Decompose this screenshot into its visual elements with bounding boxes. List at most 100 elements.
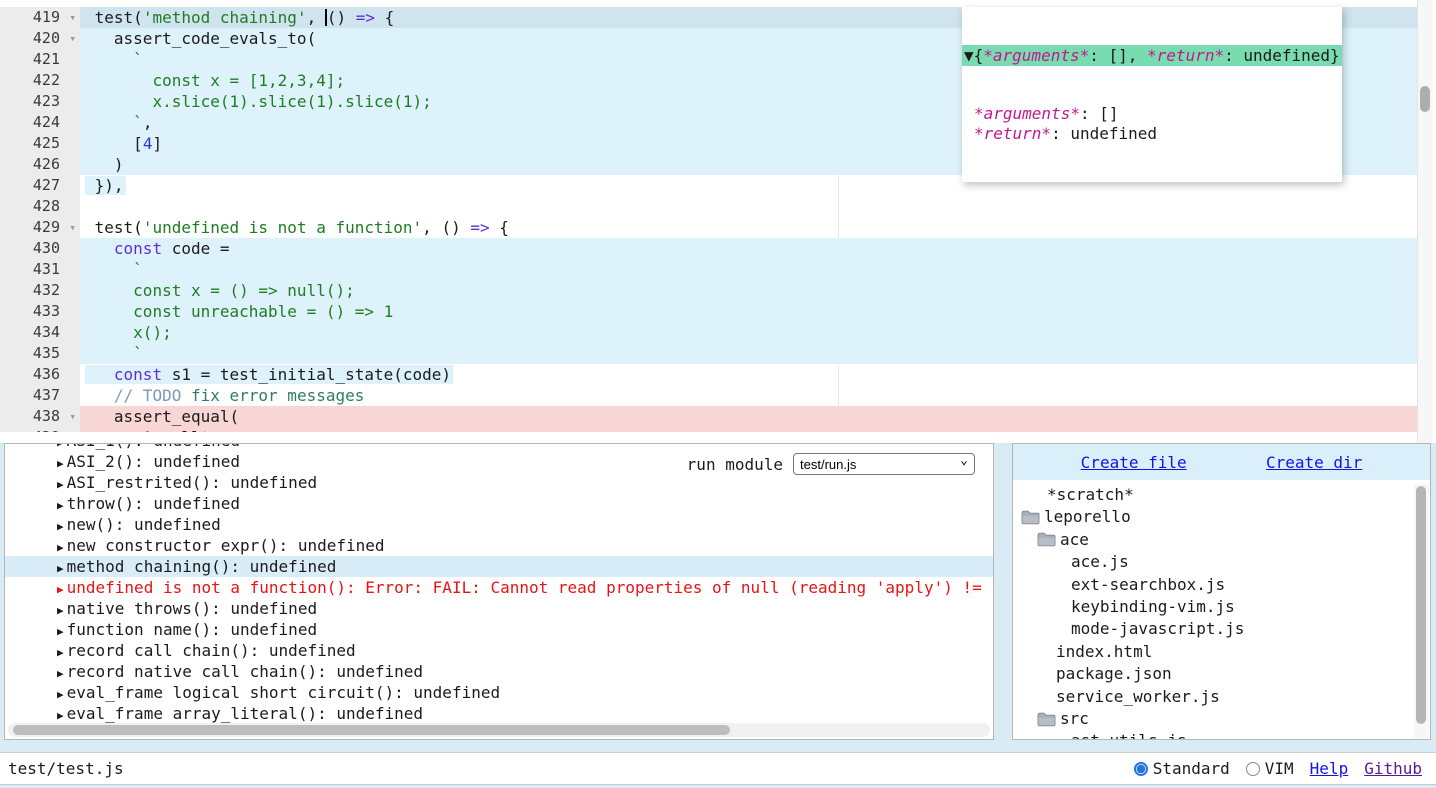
test-result-item[interactable]: ▶throw(): undefined xyxy=(5,493,993,514)
code-line[interactable]: 433 const unreachable = () => 1 xyxy=(0,301,1420,322)
results-scrollbar-thumb[interactable] xyxy=(13,725,730,735)
expand-triangle-icon[interactable]: ▶ xyxy=(57,520,64,533)
expand-triangle-icon[interactable]: ▶ xyxy=(57,541,64,554)
expand-triangle-icon[interactable]: ▶ xyxy=(57,583,64,596)
line-number[interactable]: 421 xyxy=(0,49,80,70)
line-number[interactable]: 419▾ xyxy=(0,7,80,28)
code-line[interactable]: 428 xyxy=(0,196,1420,217)
code-line-text[interactable]: const s1 = test_initial_state(code) xyxy=(80,364,1420,385)
expand-triangle-icon[interactable]: ▶ xyxy=(57,443,64,449)
line-number[interactable]: 423 xyxy=(0,91,80,112)
tree-file-item[interactable]: index.html xyxy=(1013,641,1414,663)
standard-radio[interactable] xyxy=(1134,762,1148,776)
tree-file-item[interactable]: keybinding-vim.js xyxy=(1013,596,1414,618)
fold-arrow-icon[interactable]: ▾ xyxy=(69,28,76,49)
test-result-item[interactable]: ▶eval_frame array_literal(): undefined xyxy=(5,703,993,724)
editor-scrollbar-thumb[interactable] xyxy=(1420,86,1430,112)
line-number[interactable]: 439 xyxy=(0,427,80,432)
test-result-item[interactable]: ▶eval_frame logical short circuit(): und… xyxy=(5,682,993,703)
code-line-text[interactable]: ` xyxy=(80,343,1420,364)
code-editor[interactable]: 419▾ test('method chaining', () => {420▾… xyxy=(0,0,1436,443)
code-line[interactable]: 434 x(); xyxy=(0,322,1420,343)
expand-triangle-icon[interactable]: ▶ xyxy=(57,478,64,491)
fold-arrow-icon[interactable]: ▾ xyxy=(69,217,76,238)
expand-triangle-icon[interactable]: ▶ xyxy=(57,667,64,680)
line-number[interactable]: 431 xyxy=(0,259,80,280)
tree-file-item[interactable]: mode-javascript.js xyxy=(1013,618,1414,640)
tree-folder-item[interactable]: ace xyxy=(1013,529,1414,551)
line-number[interactable]: 427 xyxy=(0,175,80,196)
code-line-text[interactable]: // TODO fix error messages xyxy=(80,385,1420,406)
code-line-text[interactable]: assert_equal( xyxy=(80,406,1420,427)
code-line-text[interactable]: s1.calltree xyxy=(80,427,1420,432)
expand-triangle-icon[interactable]: ▶ xyxy=(57,457,64,470)
line-number[interactable]: 422 xyxy=(0,70,80,91)
code-line-text[interactable]: const x = () => null(); xyxy=(80,280,1420,301)
line-number[interactable]: 425 xyxy=(0,133,80,154)
code-line[interactable]: 430 const code = xyxy=(0,238,1420,259)
line-number[interactable]: 432 xyxy=(0,280,80,301)
create-file-link[interactable]: Create file xyxy=(1081,453,1187,472)
line-number[interactable]: 435 xyxy=(0,343,80,364)
line-number[interactable]: 429▾ xyxy=(0,217,80,238)
code-line-text[interactable]: const code = xyxy=(80,238,1420,259)
test-result-item[interactable]: ▶ASI_restrited(): undefined xyxy=(5,472,993,493)
code-line[interactable]: 432 const x = () => null(); xyxy=(0,280,1420,301)
code-line-text[interactable] xyxy=(80,196,1420,217)
expand-triangle-icon[interactable]: ▶ xyxy=(57,562,64,575)
tree-file-item[interactable]: service_worker.js xyxy=(1013,686,1414,708)
code-line[interactable]: 429▾ test('undefined is not a function',… xyxy=(0,217,1420,238)
inspector-row[interactable]: *arguments*: [] xyxy=(962,104,1342,124)
test-result-item[interactable]: ▶ASI_1(): undefined xyxy=(5,443,993,451)
expand-triangle-icon[interactable]: ▶ xyxy=(57,604,64,617)
line-number[interactable]: 434 xyxy=(0,322,80,343)
expand-triangle-icon[interactable]: ▶ xyxy=(57,646,64,659)
code-line[interactable]: 439 s1.calltree xyxy=(0,427,1420,432)
line-number[interactable]: 420▾ xyxy=(0,28,80,49)
github-link[interactable]: Github xyxy=(1364,759,1422,778)
code-line[interactable]: 435 ` xyxy=(0,343,1420,364)
line-number[interactable]: 426 xyxy=(0,154,80,175)
tree-scrollbar-thumb[interactable] xyxy=(1416,486,1426,724)
line-number[interactable]: 433 xyxy=(0,301,80,322)
run-module-select[interactable]: test/run.js xyxy=(793,453,975,475)
fold-arrow-icon[interactable]: ▾ xyxy=(69,406,76,427)
tree-file-item[interactable]: package.json xyxy=(1013,663,1414,685)
inspector-row[interactable]: *return*: undefined xyxy=(962,124,1342,144)
code-line[interactable]: 436 const s1 = test_initial_state(code) xyxy=(0,364,1420,385)
fold-arrow-icon[interactable]: ▾ xyxy=(69,7,76,28)
code-line[interactable]: 438▾ assert_equal( xyxy=(0,406,1420,427)
line-number[interactable]: 438▾ xyxy=(0,406,80,427)
tree-file-item[interactable]: *scratch* xyxy=(1013,484,1414,506)
code-line-text[interactable]: ` xyxy=(80,259,1420,280)
help-link[interactable]: Help xyxy=(1310,759,1349,778)
tree-file-item[interactable]: ext-searchbox.js xyxy=(1013,574,1414,596)
tree-file-item[interactable]: ace.js xyxy=(1013,551,1414,573)
line-number[interactable]: 430 xyxy=(0,238,80,259)
test-result-item[interactable]: ▶native throws(): undefined xyxy=(5,598,993,619)
tree-file-item[interactable]: ast_utils.js xyxy=(1013,730,1414,739)
expand-triangle-icon[interactable]: ▶ xyxy=(57,688,64,701)
editor-vertical-scrollbar[interactable] xyxy=(1417,0,1433,443)
keybinding-vim-option[interactable]: VIM xyxy=(1246,759,1294,778)
keybinding-standard-option[interactable]: Standard xyxy=(1134,759,1230,778)
expand-triangle-icon[interactable]: ▶ xyxy=(57,625,64,638)
expand-triangle-icon[interactable]: ▶ xyxy=(57,709,64,722)
code-line[interactable]: 437 // TODO fix error messages xyxy=(0,385,1420,406)
code-line-text[interactable]: x(); xyxy=(80,322,1420,343)
tree-folder-item[interactable]: leporello xyxy=(1013,506,1414,528)
test-result-item[interactable]: ▶method chaining(): undefined xyxy=(5,556,993,577)
tree-vertical-scrollbar[interactable] xyxy=(1414,484,1429,738)
code-line-text[interactable]: const unreachable = () => 1 xyxy=(80,301,1420,322)
test-result-item[interactable]: ▶record call chain(): undefined xyxy=(5,640,993,661)
line-number[interactable]: 428 xyxy=(0,196,80,217)
line-number[interactable]: 436 xyxy=(0,364,80,385)
line-number[interactable]: 424 xyxy=(0,112,80,133)
test-result-item[interactable]: ▶new constructor expr(): undefined xyxy=(5,535,993,556)
test-result-item[interactable]: ▶undefined is not a function(): Error: F… xyxy=(5,577,993,598)
code-line[interactable]: 431 ` xyxy=(0,259,1420,280)
test-result-item[interactable]: ▶function name(): undefined xyxy=(5,619,993,640)
test-result-item[interactable]: ▶new(): undefined xyxy=(5,514,993,535)
vim-radio[interactable] xyxy=(1246,762,1260,776)
test-result-item[interactable]: ▶record native call chain(): undefined xyxy=(5,661,993,682)
